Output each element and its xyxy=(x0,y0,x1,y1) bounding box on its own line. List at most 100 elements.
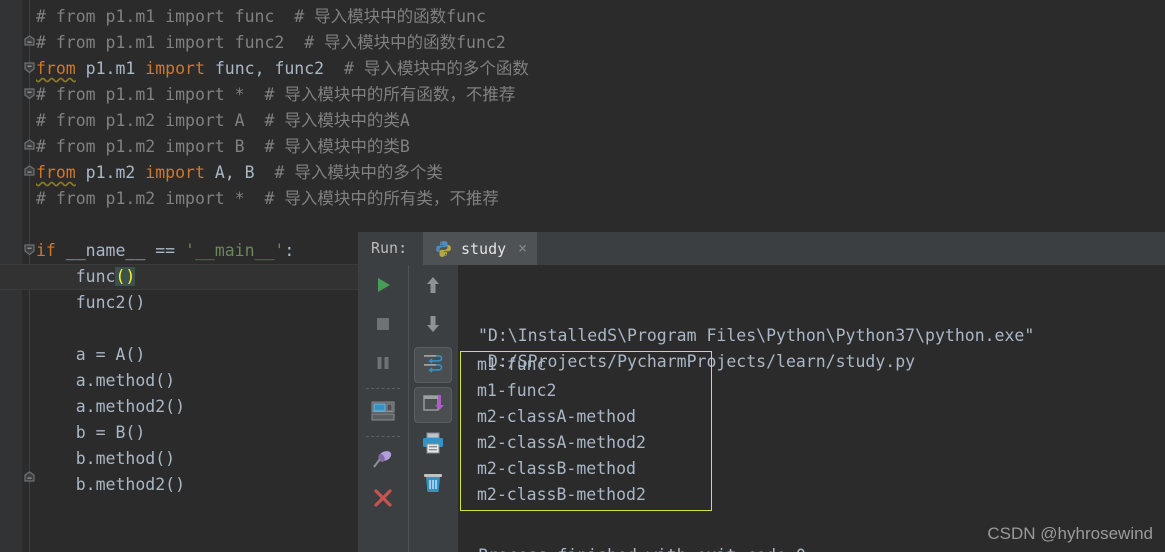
code-token: # from p1.m1 import func2 # 导入模块中的函数func… xyxy=(36,33,506,52)
pause-icon xyxy=(372,352,394,378)
run-button[interactable] xyxy=(362,269,404,304)
scroll-to-end-icon xyxy=(422,392,444,418)
console-output-line: m2-classB-method xyxy=(477,459,636,478)
next-occurrence-button[interactable] xyxy=(412,308,454,343)
toolbar-separator xyxy=(365,388,400,389)
run-tab-label: study xyxy=(461,239,507,258)
highlighted-output-box: m1-func m1-func2 m2-classA-method m2-classA… xyxy=(460,351,712,511)
code-token: b = B() xyxy=(36,423,146,442)
console-output-line: m2-classB-method2 xyxy=(477,485,646,504)
code-token: import xyxy=(145,163,205,182)
close-x-icon xyxy=(372,487,394,513)
console-output-line: m2-classA-method2 xyxy=(477,433,646,452)
fold-collapse-icon[interactable] xyxy=(22,242,37,257)
stop-icon xyxy=(372,313,394,339)
code-line[interactable]: a.method2() xyxy=(36,394,185,420)
code-line[interactable]: # from p1.m2 import * # 导入模块中的所有类，不推荐 xyxy=(36,186,499,212)
code-token: a.method2() xyxy=(36,397,186,416)
code-line[interactable]: # from p1.m1 import * # 导入模块中的所有函数，不推荐 xyxy=(36,82,515,108)
code-token: # from p1.m2 import A # 导入模块中的类A xyxy=(36,111,410,130)
code-token: () xyxy=(115,267,136,286)
scroll-to-end-button[interactable] xyxy=(414,387,452,423)
watermark: CSDN @hyhrosewind xyxy=(987,524,1153,543)
code-line[interactable]: b.method() xyxy=(36,446,175,472)
code-token: import xyxy=(145,59,205,78)
soft-wrap-icon xyxy=(422,352,444,378)
code-token: # 导入模块中的多个类 xyxy=(254,163,443,182)
code-token: from xyxy=(36,163,76,182)
code-token: : xyxy=(284,241,295,260)
run-toolbars xyxy=(358,265,458,552)
code-line[interactable]: func2() xyxy=(36,290,146,316)
code-token: func, func2 xyxy=(204,59,325,78)
code-token: a = A() xyxy=(36,345,146,364)
code-token: A, B xyxy=(204,163,255,182)
console-output-line: m1-func2 xyxy=(477,381,557,400)
layout-icon xyxy=(370,400,396,426)
code-token: func xyxy=(36,267,116,286)
stop-button[interactable] xyxy=(362,308,404,343)
pin-tab-button[interactable] xyxy=(362,443,404,478)
code-token: if xyxy=(36,241,56,260)
code-line[interactable]: if __name__ == '__main__': xyxy=(36,238,294,264)
close-tab-button[interactable] xyxy=(362,482,404,517)
soft-wrap-button[interactable] xyxy=(414,347,452,383)
code-line[interactable]: a = A() xyxy=(36,342,146,368)
code-token: # from p1.m1 import func # 导入模块中的函数func xyxy=(36,7,486,26)
play-icon xyxy=(372,274,394,300)
code-line[interactable]: from p1.m1 import func, func2 # 导入模块中的多个… xyxy=(36,56,529,82)
python-icon xyxy=(435,240,452,257)
fold-end-icon[interactable] xyxy=(22,164,37,179)
code-line[interactable]: b = B() xyxy=(36,420,146,446)
code-token: # from p1.m2 import B # 导入模块中的类B xyxy=(36,137,410,156)
pycharm-window: # from p1.m1 import func # 导入模块中的函数func #… xyxy=(0,0,1165,552)
code-line[interactable]: func() xyxy=(36,264,136,290)
pin-icon xyxy=(371,447,395,475)
code-token: p1.m1 xyxy=(75,59,146,78)
fold-end-icon[interactable] xyxy=(22,138,37,153)
code-line[interactable]: a.method() xyxy=(36,368,175,394)
run-toolbar-right xyxy=(408,265,457,552)
run-window-label: Run: xyxy=(371,239,408,257)
run-toolbar-left xyxy=(358,265,407,552)
run-window-header: Run: study × xyxy=(358,232,1165,265)
code-line[interactable]: # from p1.m2 import B # 导入模块中的类B xyxy=(36,134,410,160)
code-token: # from p1.m2 import * # 导入模块中的所有类，不推荐 xyxy=(36,189,499,208)
code-token: p1.m2 xyxy=(75,163,146,182)
code-line[interactable]: # from p1.m1 import func # 导入模块中的函数func xyxy=(36,4,486,30)
console-command-line: "D:\InstalledS\Program Files\Python\Pyth… xyxy=(478,326,1035,345)
code-line[interactable]: # from p1.m2 import A # 导入模块中的类A xyxy=(36,108,410,134)
code-token: func2() xyxy=(36,293,146,312)
code-line[interactable]: from p1.m2 import A, B # 导入模块中的多个类 xyxy=(36,160,443,186)
pause-button[interactable] xyxy=(362,347,404,382)
run-configuration-tab[interactable]: study × xyxy=(423,232,538,265)
console-output-line: m2-classA-method xyxy=(477,407,636,426)
code-line[interactable]: b.method2() xyxy=(36,472,185,498)
code-token: from xyxy=(36,59,76,78)
printer-icon xyxy=(421,431,445,459)
toolbar-separator xyxy=(365,436,400,437)
arrow-up-icon xyxy=(422,274,444,300)
arrow-down-icon xyxy=(422,313,444,339)
prev-occurrence-button[interactable] xyxy=(412,269,454,304)
fold-end-icon[interactable] xyxy=(22,470,37,485)
console-output[interactable]: "D:\InstalledS\Program Files\Python\Pyth… xyxy=(458,265,1165,552)
code-token: b.method() xyxy=(36,449,176,468)
console-output-line: m1-func xyxy=(477,355,547,374)
console-status-line: Process finished with exit code 0 xyxy=(458,543,1165,552)
code-token: a.method() xyxy=(36,371,176,390)
code-token: __name__ == xyxy=(55,241,186,260)
fold-end-icon[interactable] xyxy=(22,34,37,49)
code-line[interactable]: # from p1.m1 import func2 # 导入模块中的函数func… xyxy=(36,30,506,56)
fold-collapse-icon[interactable] xyxy=(22,86,37,101)
code-token: # 导入模块中的多个函数 xyxy=(324,59,529,78)
fold-collapse-icon[interactable] xyxy=(22,60,37,75)
clear-all-button[interactable] xyxy=(412,466,454,501)
code-token: b.method2() xyxy=(36,475,186,494)
run-tool-window: Run: study × "D:\InstalledS\Program File… xyxy=(358,232,1165,552)
print-button[interactable] xyxy=(412,427,454,462)
code-token: # from p1.m1 import * # 导入模块中的所有函数，不推荐 xyxy=(36,85,516,104)
layout-settings-button[interactable] xyxy=(362,395,404,430)
code-token: '__main__' xyxy=(185,241,285,260)
close-icon[interactable]: × xyxy=(515,241,527,256)
